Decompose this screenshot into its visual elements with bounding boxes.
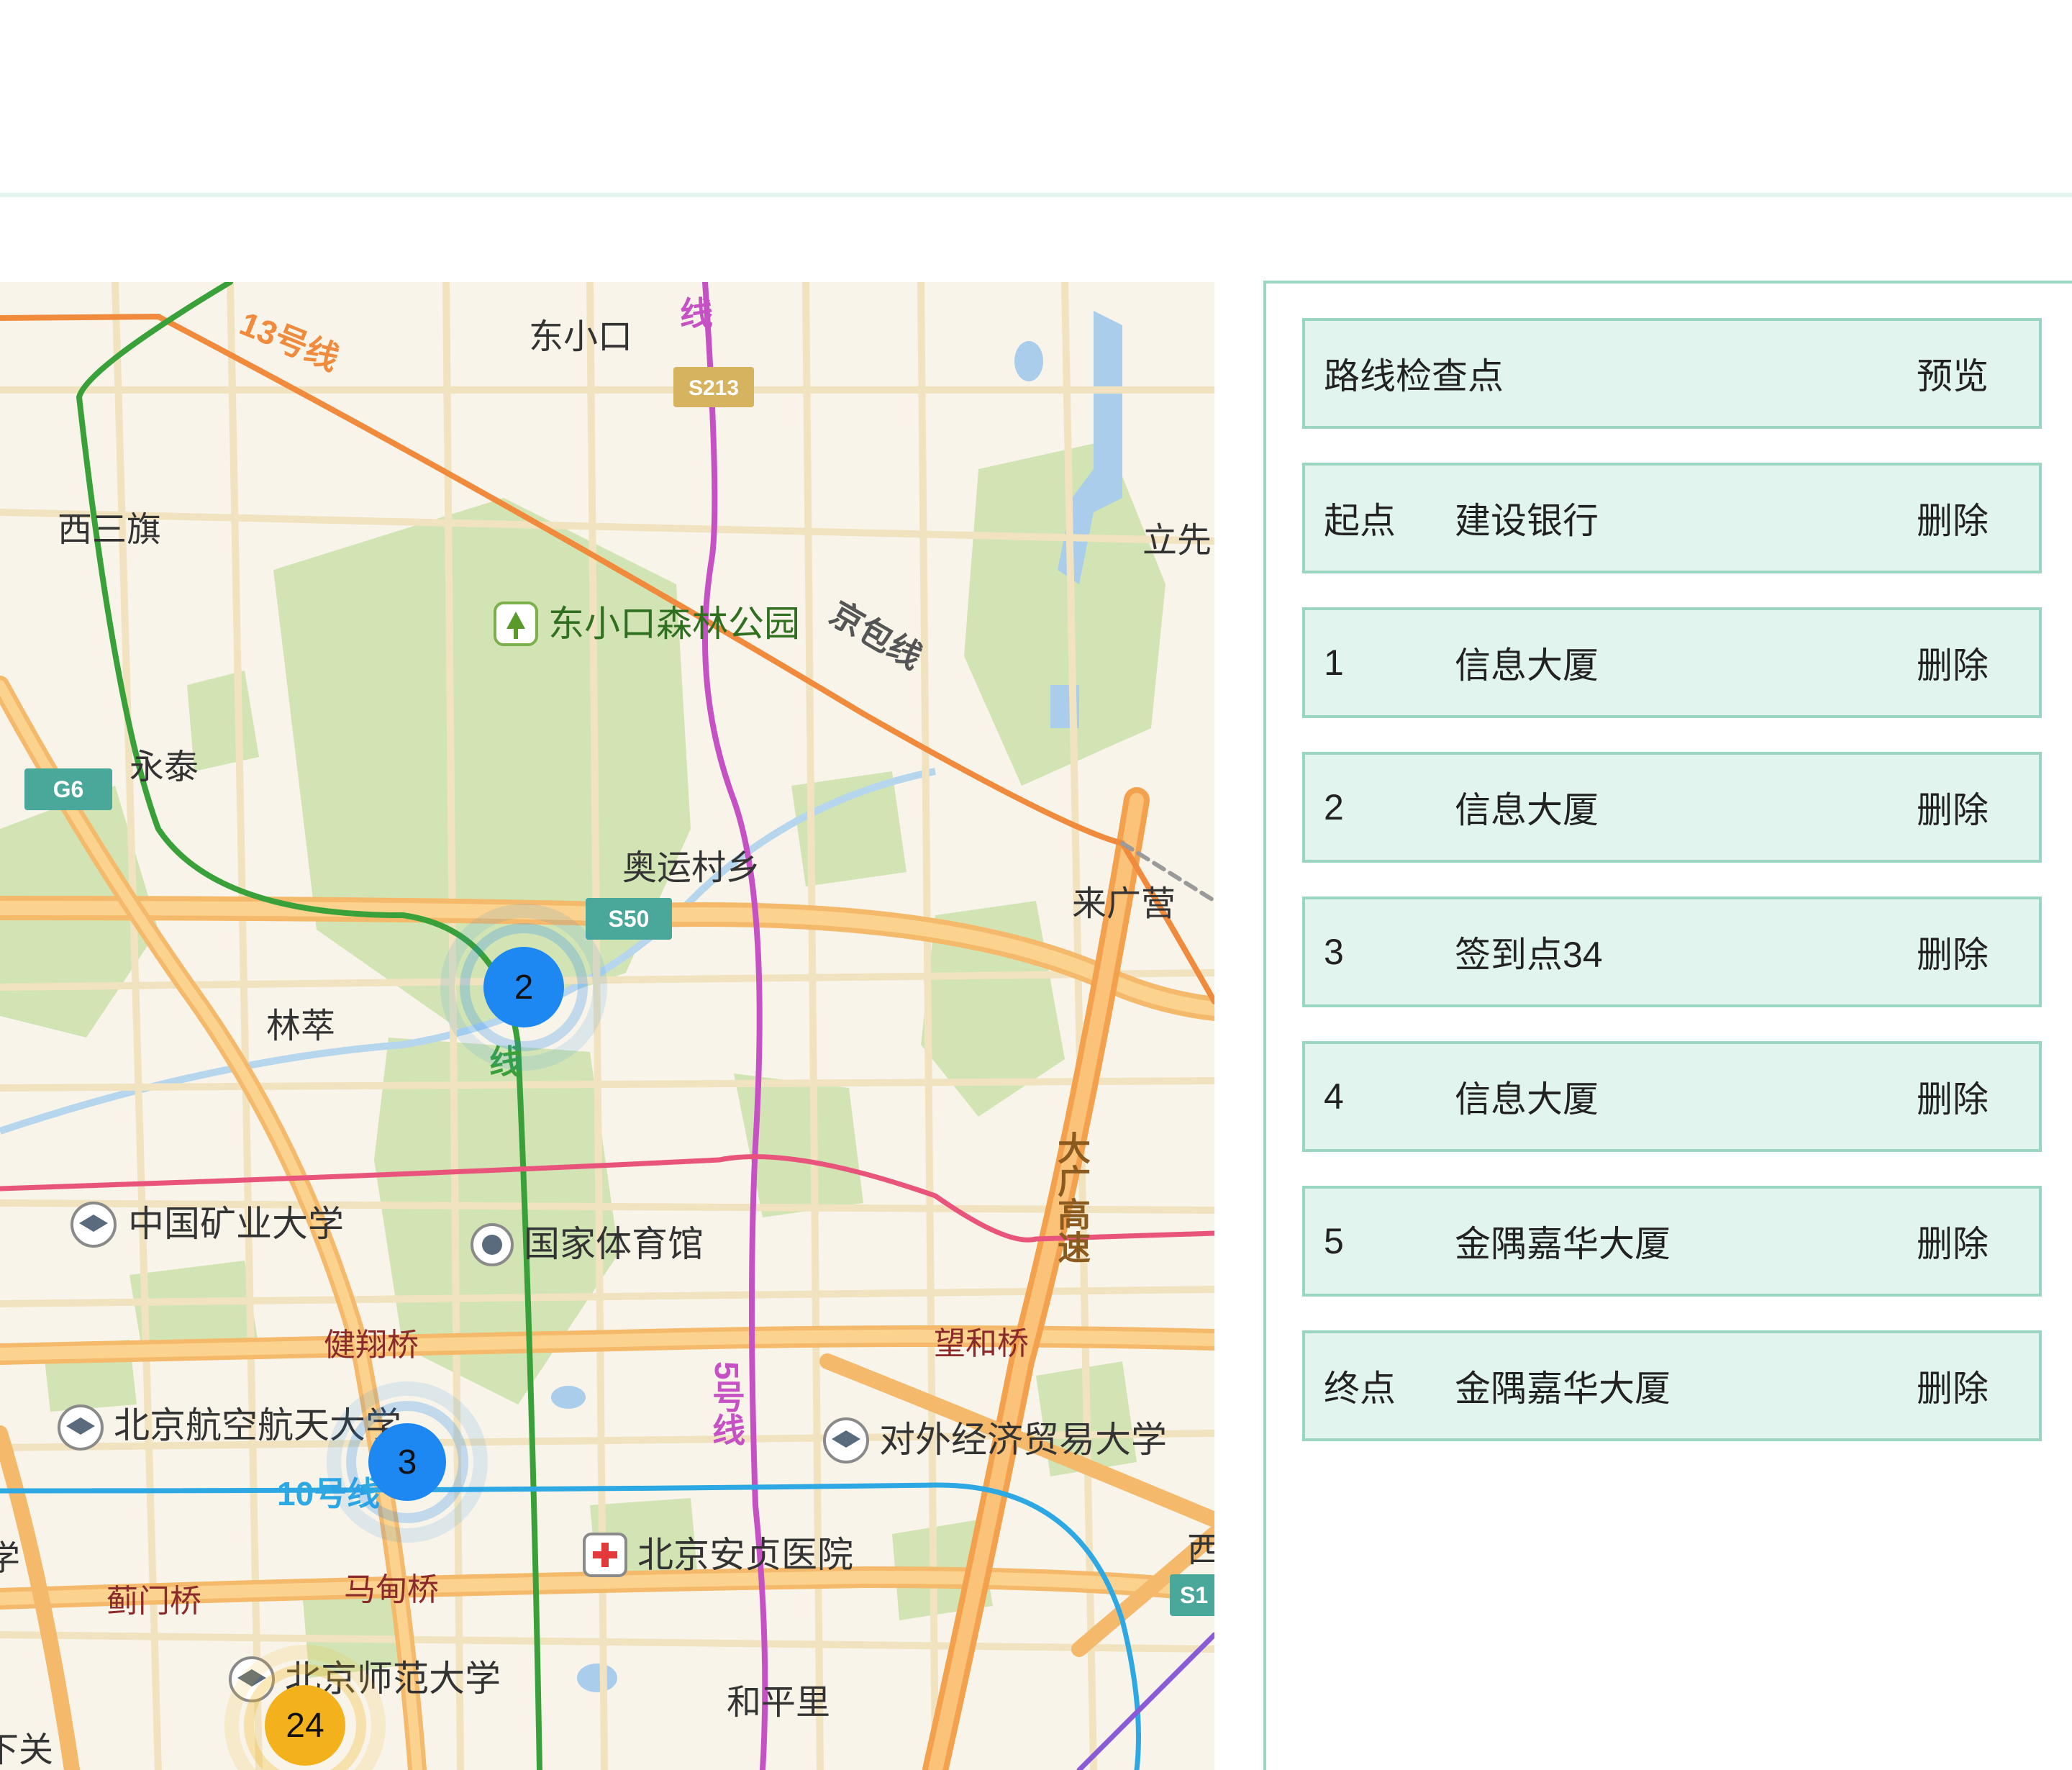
- label-xiaguan: 下关: [0, 1731, 53, 1769]
- label-xue: 学: [0, 1540, 20, 1578]
- header-divider: [0, 193, 2072, 197]
- checkpoint-label: 4: [1324, 1076, 1344, 1117]
- route-header-title: 路线检查点: [1324, 356, 1504, 396]
- svg-text:S213: S213: [689, 376, 739, 400]
- map-canvas[interactable]: S213 G6 S50 S1 13号线 线 京包线 线 5号线 10号线 大广高…: [0, 282, 1214, 1770]
- checkpoint-place: 信息大厦: [1455, 790, 1599, 830]
- delete-button[interactable]: 删除: [1917, 1071, 1989, 1122]
- checkpoint-place: 金隅嘉华大厦: [1455, 1224, 1671, 1264]
- poi-anzhen[interactable]: 北京安贞医院: [583, 1533, 853, 1577]
- expressway-label: 大广高速: [1053, 1131, 1091, 1263]
- label-madianqiao: 马甸桥: [344, 1572, 439, 1607]
- delete-button[interactable]: 删除: [1917, 1215, 1989, 1267]
- label-wangheqiao: 望和桥: [934, 1326, 1029, 1361]
- route-checkpoint-panel: 路线检查点 预览 起点 建设银行 删除 1 信息大厦 删除 2 信息大厦 删除 …: [1263, 281, 2072, 1770]
- app-root: S213 G6 S50 S1 13号线 线 京包线 线 5号线 10号线 大广高…: [0, 0, 2072, 1770]
- line-5-mid-label: 5号线: [708, 1361, 745, 1446]
- checkpoint-label: 3: [1324, 932, 1344, 972]
- route-row-2: 2 信息大厦 删除: [1302, 752, 2042, 863]
- svg-text:S50: S50: [609, 906, 650, 932]
- delete-button[interactable]: 删除: [1917, 781, 1989, 833]
- svg-text:S1: S1: [1180, 1582, 1208, 1608]
- label-xisanqi: 西三旗: [58, 511, 161, 549]
- shield-s1: S1: [1170, 1574, 1214, 1616]
- route-row-4: 4 信息大厦 删除: [1302, 1041, 2042, 1152]
- checkpoint-place: 信息大厦: [1455, 1079, 1599, 1120]
- label-yongtai: 永泰: [130, 748, 199, 786]
- checkpoint-place: 建设银行: [1455, 501, 1599, 541]
- checkpoint-place: 签到点34: [1455, 935, 1603, 975]
- svg-text:北京安贞医院: 北京安贞医院: [637, 1535, 853, 1575]
- cluster-marker[interactable]: 24: [224, 1645, 386, 1770]
- svg-text:3: 3: [398, 1443, 417, 1481]
- label-jimenqiao: 蓟门桥: [106, 1584, 201, 1619]
- label-jianxiangqiao: 健翔桥: [324, 1328, 419, 1363]
- route-row-start: 起点 建设银行 删除: [1302, 463, 2042, 573]
- delete-button[interactable]: 删除: [1917, 926, 1989, 978]
- preview-button[interactable]: 预览: [1917, 348, 1989, 399]
- checkpoint-label: 5: [1324, 1221, 1344, 1261]
- svg-text:中国矿业大学: 中国矿业大学: [128, 1204, 344, 1244]
- route-header-row: 路线检查点 预览: [1302, 318, 2042, 429]
- map-view[interactable]: S213 G6 S50 S1 13号线 线 京包线 线 5号线 10号线 大广高…: [0, 282, 1214, 1770]
- delete-button[interactable]: 删除: [1917, 492, 1989, 544]
- line-5-top-label: 线: [680, 295, 713, 332]
- label-dongxiaokou: 东小口: [529, 318, 632, 356]
- shield-g6: G6: [24, 768, 112, 810]
- route-row-end: 终点 金隅嘉华大厦 删除: [1302, 1330, 2042, 1441]
- label-xi: 西: [1187, 1531, 1214, 1569]
- shield-s50: S50: [586, 898, 672, 940]
- svg-text:东小口森林公园: 东小口森林公园: [548, 604, 800, 644]
- svg-text:G6: G6: [53, 776, 84, 802]
- route-row-5: 5 金隅嘉华大厦 删除: [1302, 1186, 2042, 1297]
- poi-gymnasium[interactable]: 国家体育馆: [471, 1223, 704, 1266]
- checkpoint-label: 2: [1324, 787, 1344, 827]
- checkpoint-label: 起点: [1324, 501, 1396, 541]
- label-aoyuncun: 奥运村乡: [622, 849, 760, 887]
- route-list: 路线检查点 预览 起点 建设银行 删除 1 信息大厦 删除 2 信息大厦 删除 …: [1302, 318, 2042, 1475]
- delete-button[interactable]: 删除: [1917, 637, 1989, 689]
- stadium-icon: [482, 1235, 502, 1255]
- delete-button[interactable]: 删除: [1917, 1360, 1989, 1412]
- route-row-3: 3 签到点34 删除: [1302, 897, 2042, 1007]
- svg-text:24: 24: [286, 1707, 324, 1745]
- label-lincui: 林萃: [266, 1007, 335, 1045]
- label-hepingli: 和平里: [727, 1684, 830, 1722]
- shield-s213: S213: [673, 367, 754, 407]
- svg-text:对外经济贸易大学: 对外经济贸易大学: [879, 1420, 1167, 1460]
- route-row-1: 1 信息大厦 删除: [1302, 607, 2042, 718]
- checkpoint-place: 信息大厦: [1455, 645, 1599, 686]
- svg-text:国家体育馆: 国家体育馆: [524, 1224, 704, 1264]
- label-laiguangying: 来广营: [1072, 885, 1176, 923]
- checkpoint-label: 终点: [1324, 1369, 1396, 1409]
- label-lixian: 立先: [1142, 522, 1212, 560]
- checkpoint-place: 金隅嘉华大厦: [1455, 1369, 1671, 1409]
- svg-text:2: 2: [514, 968, 534, 1007]
- checkpoint-label: 1: [1324, 643, 1344, 683]
- cluster-marker[interactable]: 3: [327, 1381, 488, 1543]
